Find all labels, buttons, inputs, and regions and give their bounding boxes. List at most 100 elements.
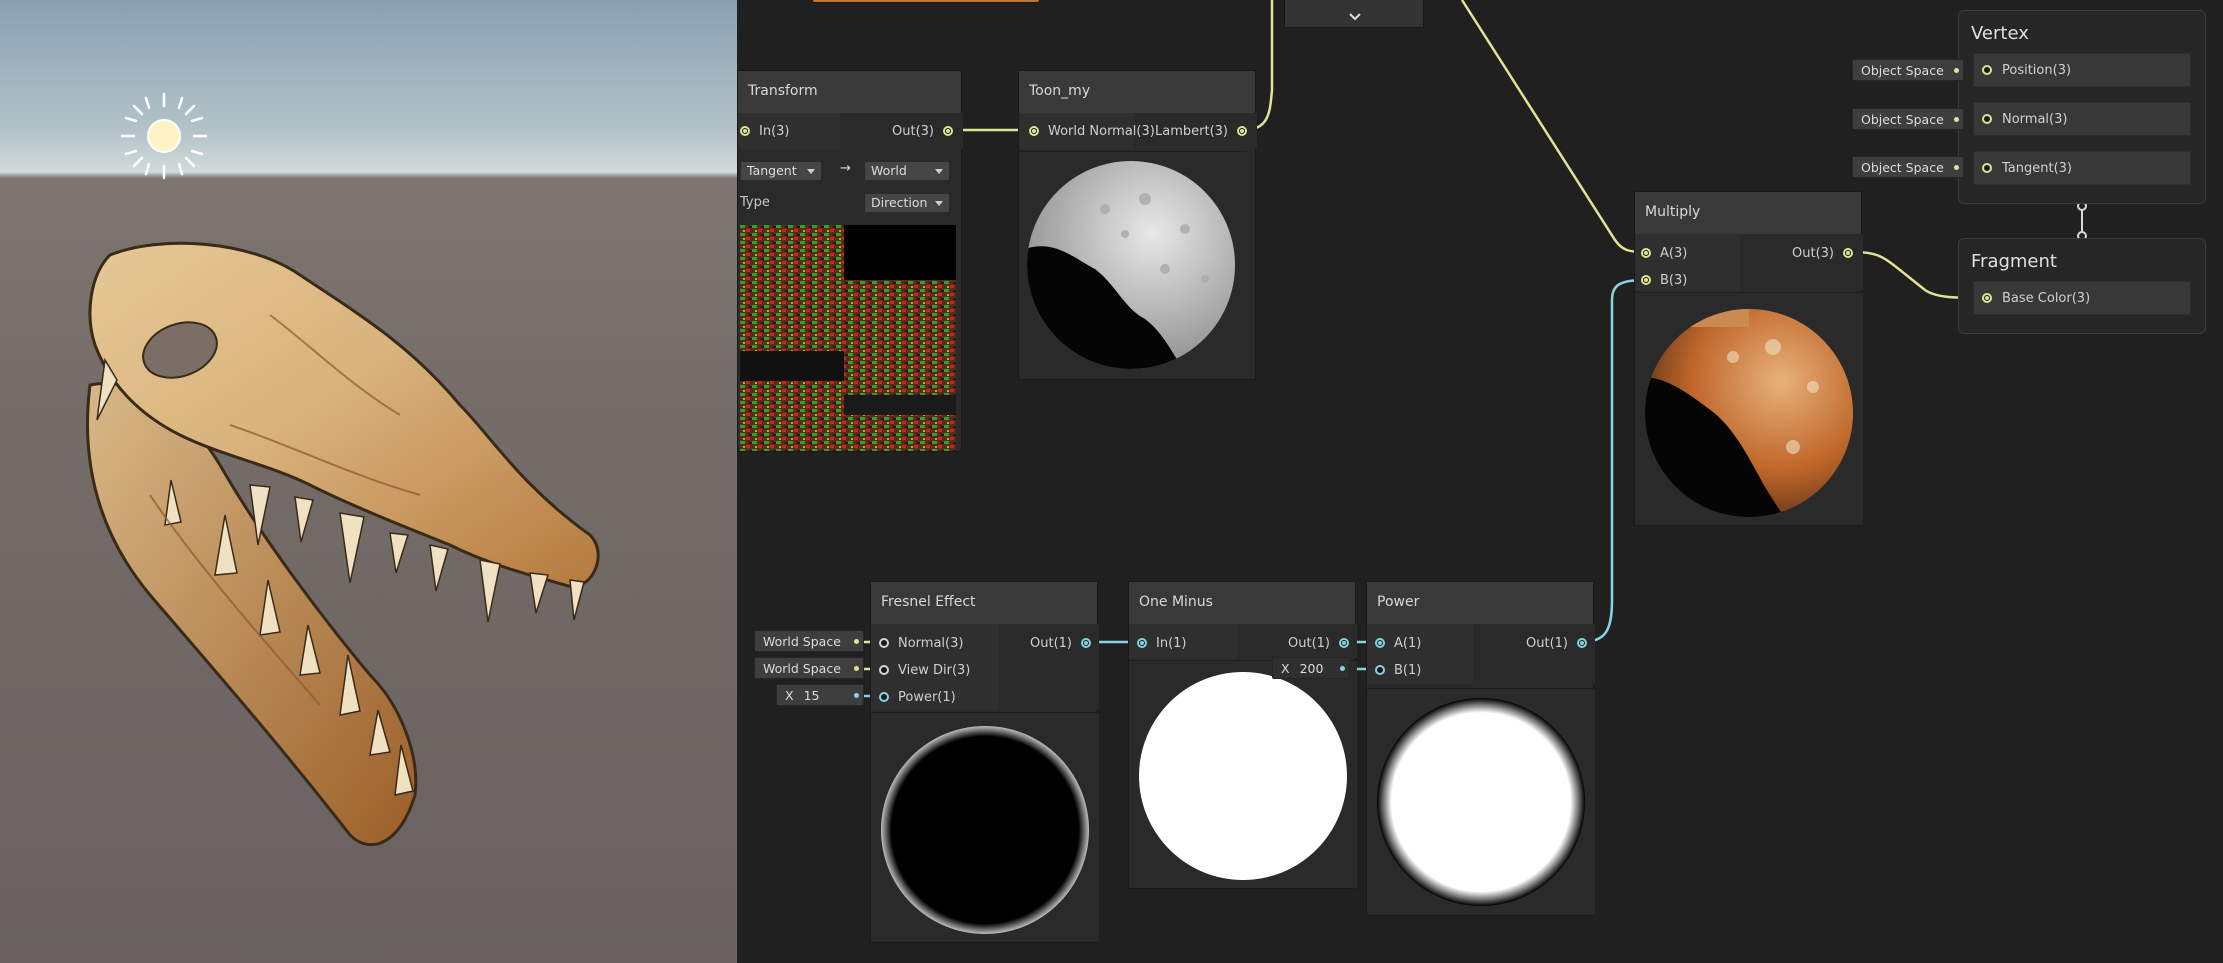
- input-port-b[interactable]: B(3): [1641, 268, 1687, 292]
- fresnel-preview-sphere: [881, 726, 1089, 934]
- port-in-dot[interactable]: [1137, 638, 1147, 648]
- base-color-field[interactable]: Base Color(3): [1973, 281, 2191, 315]
- input-port-power[interactable]: Power(1): [879, 685, 956, 709]
- power-preview-sphere: [1377, 698, 1585, 906]
- transform-node[interactable]: Transform In(3) Out(3) Tangent → World T…: [737, 70, 963, 452]
- power-node[interactable]: Power A(1) B(1) Out(1): [1366, 581, 1595, 916]
- port-dot[interactable]: [1982, 65, 1992, 75]
- fresnel-effect-node[interactable]: Fresnel Effect Normal(3) View Dir(3) Pow…: [870, 581, 1099, 943]
- port-out-dot[interactable]: [943, 126, 953, 136]
- fresnel-normal-space-field[interactable]: World Space: [754, 630, 864, 652]
- port-in-dot[interactable]: [1029, 126, 1039, 136]
- position-field[interactable]: Position(3): [1973, 53, 2191, 87]
- power-value[interactable]: 15: [804, 688, 820, 703]
- port-label: Out(1): [1526, 635, 1568, 651]
- output-port-out[interactable]: Out(1): [1030, 631, 1091, 655]
- port-in-dot[interactable]: [740, 126, 750, 136]
- connector-dot: [854, 639, 859, 644]
- normal-space-field[interactable]: Object Space: [1852, 108, 1964, 130]
- power-b-value-field[interactable]: X 200: [1272, 657, 1350, 679]
- partial-node-texture[interactable]: [812, 0, 1040, 3]
- port-label: Out(1): [1288, 635, 1330, 651]
- connector-dot: [1954, 68, 1959, 73]
- skull-model[interactable]: [70, 235, 610, 865]
- port-dot[interactable]: [1982, 163, 1992, 173]
- node-title: Toon_my: [1019, 71, 1255, 113]
- input-port-normal[interactable]: Normal(3): [879, 631, 963, 655]
- position-space-field[interactable]: Object Space: [1852, 59, 1964, 81]
- fresnel-power-value-field[interactable]: X 15: [776, 684, 864, 706]
- multiply-preview-sphere: [1645, 309, 1853, 517]
- multiply-node[interactable]: Multiply A(3) B(3) Out(3): [1634, 191, 1863, 526]
- node-title: Power: [1367, 582, 1593, 624]
- port-label: In(1): [1156, 635, 1187, 651]
- node-title: Fresnel Effect: [871, 582, 1097, 624]
- fresnel-viewdir-space-field[interactable]: World Space: [754, 657, 864, 679]
- connector-dot: [854, 693, 859, 698]
- node-title: Multiply: [1635, 192, 1861, 234]
- output-port-lambert[interactable]: Lambert(3): [1155, 119, 1247, 143]
- port-label: World Normal(3): [1048, 123, 1155, 139]
- scene-viewport[interactable]: [0, 0, 737, 963]
- port-in-dot[interactable]: [1641, 275, 1651, 285]
- input-port-b[interactable]: B(1): [1375, 658, 1421, 682]
- port-out-dot[interactable]: [1339, 638, 1349, 648]
- output-port-out[interactable]: Out(3): [892, 119, 953, 143]
- from-space-dropdown[interactable]: Tangent: [740, 161, 822, 181]
- port-in-dot[interactable]: [1375, 665, 1385, 675]
- port-out-dot[interactable]: [1843, 248, 1853, 258]
- port-out-dot[interactable]: [1237, 126, 1247, 136]
- port-label: B(1): [1394, 662, 1422, 678]
- port-in-dot[interactable]: [879, 692, 889, 702]
- port-label: Normal(3): [898, 635, 964, 651]
- port-in-dot[interactable]: [879, 665, 889, 675]
- port-out-dot[interactable]: [1577, 638, 1587, 648]
- normal-field[interactable]: Normal(3): [1973, 102, 2191, 136]
- toon-my-node[interactable]: Toon_my World Normal(3) Lambert(3): [1018, 70, 1257, 380]
- partial-node-top[interactable]: [1284, 0, 1424, 28]
- connector-dot: [1340, 666, 1345, 671]
- space-arrow: →: [840, 161, 851, 176]
- input-port-view-dir[interactable]: View Dir(3): [879, 658, 970, 682]
- output-port-out[interactable]: Out(1): [1526, 631, 1587, 655]
- to-space-dropdown[interactable]: World: [864, 161, 950, 181]
- port-label: In(3): [759, 123, 790, 139]
- output-port-out[interactable]: Out(3): [1792, 241, 1853, 265]
- input-port-world-normal[interactable]: World Normal(3): [1029, 119, 1155, 143]
- connector-dot: [1954, 117, 1959, 122]
- type-label: Type: [740, 195, 770, 210]
- vertex-title: Vertex: [1971, 23, 2029, 44]
- tangent-space-field[interactable]: Object Space: [1852, 156, 1964, 178]
- port-in-dot[interactable]: [879, 638, 889, 648]
- sun-icon[interactable]: [118, 90, 210, 182]
- port-label: View Dir(3): [898, 662, 971, 678]
- port-out-dot[interactable]: [1081, 638, 1091, 648]
- input-port-a[interactable]: A(3): [1641, 241, 1687, 265]
- connector-dot: [854, 666, 859, 671]
- fragment-block[interactable]: Fragment Base Color(3): [1958, 238, 2206, 334]
- one-minus-preview-sphere: [1139, 672, 1347, 880]
- port-label: B(3): [1660, 272, 1688, 288]
- port-in-dot[interactable]: [1641, 248, 1651, 258]
- vertex-block[interactable]: Vertex Position(3) Normal(3) Tangent(3): [1958, 10, 2206, 204]
- port-dot[interactable]: [1982, 293, 1992, 303]
- port-in-dot[interactable]: [1375, 638, 1385, 648]
- port-label: A(3): [1660, 245, 1688, 261]
- port-label: Out(1): [1030, 635, 1072, 651]
- b-value[interactable]: 200: [1300, 661, 1324, 676]
- port-label: Lambert(3): [1155, 123, 1228, 139]
- port-label: Power(1): [898, 689, 956, 705]
- one-minus-node[interactable]: One Minus In(1) Out(1): [1128, 581, 1357, 889]
- tangent-field[interactable]: Tangent(3): [1973, 151, 2191, 185]
- node-title: One Minus: [1129, 582, 1355, 624]
- input-port-in[interactable]: In(1): [1137, 631, 1187, 655]
- type-dropdown[interactable]: Direction: [864, 193, 950, 213]
- chevron-down-icon[interactable]: [1348, 12, 1362, 22]
- port-label: A(1): [1394, 635, 1422, 651]
- port-dot[interactable]: [1982, 114, 1992, 124]
- output-port-out[interactable]: Out(1): [1288, 631, 1349, 655]
- input-port-a[interactable]: A(1): [1375, 631, 1421, 655]
- input-port-in[interactable]: In(3): [740, 119, 790, 143]
- connector-dot: [1954, 165, 1959, 170]
- caret-down-icon: [935, 201, 943, 206]
